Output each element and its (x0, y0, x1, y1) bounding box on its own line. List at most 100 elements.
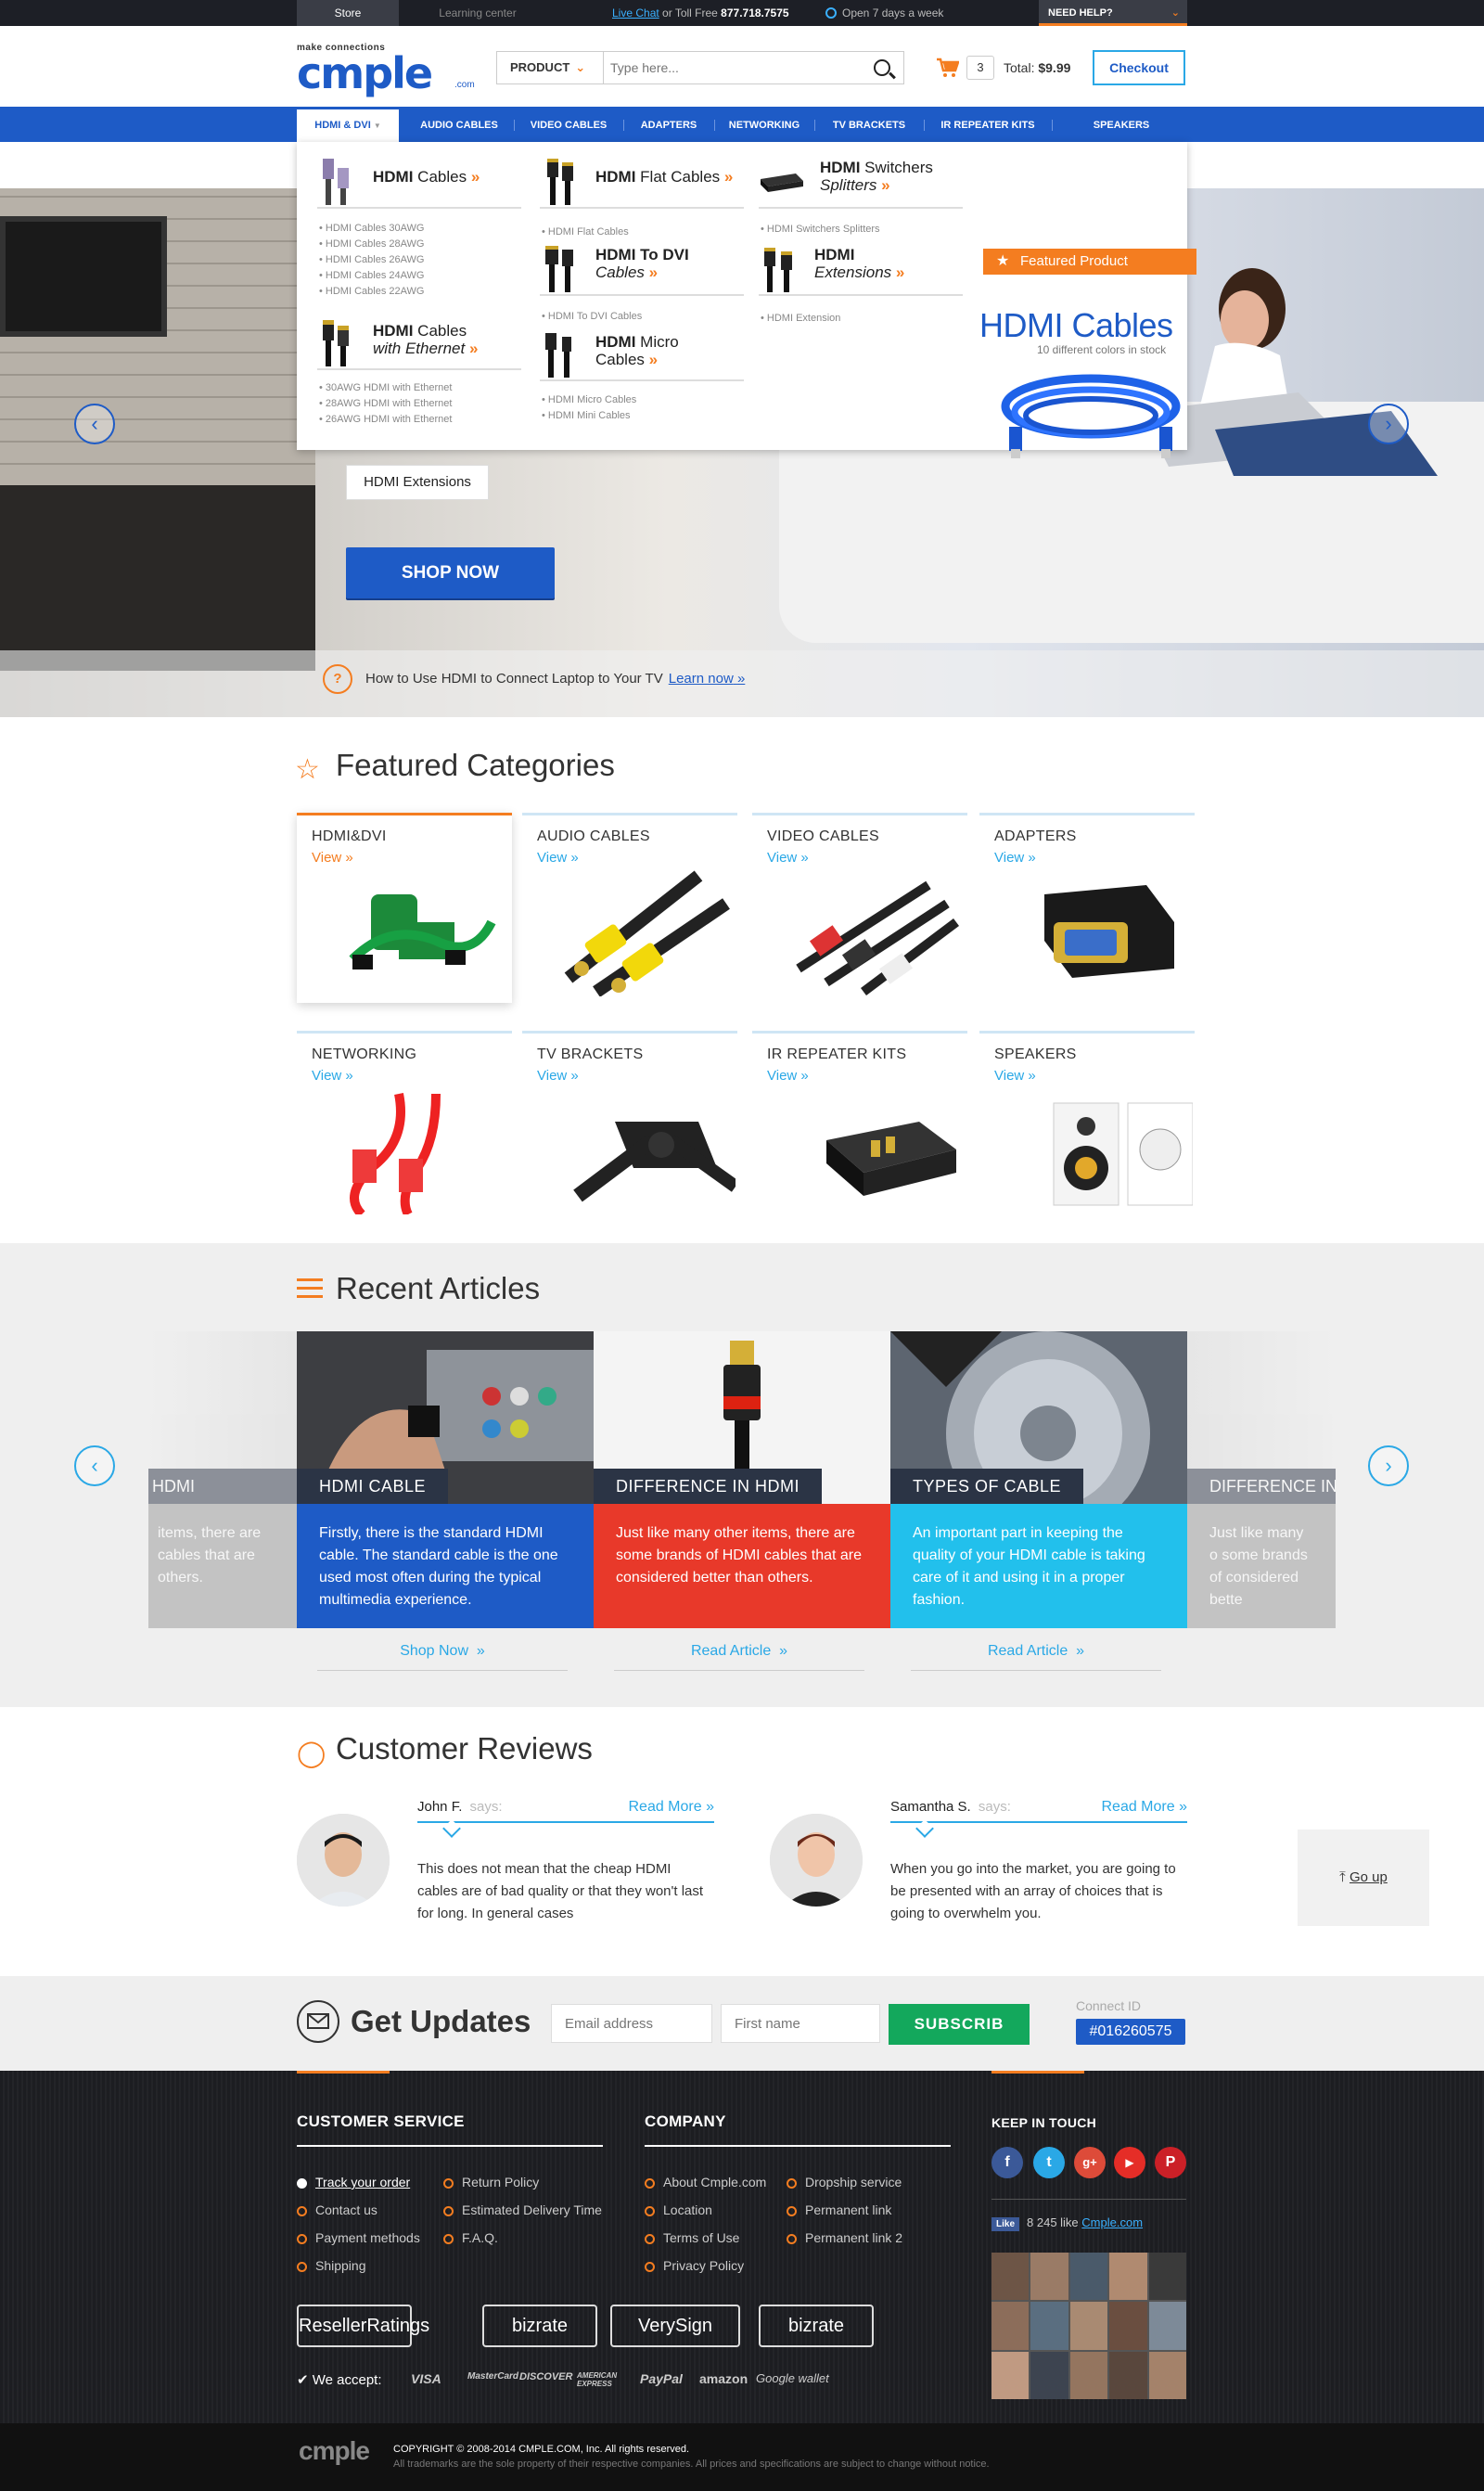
category-view-link[interactable]: View » (537, 1068, 579, 1084)
twitter-icon[interactable]: t (1033, 2147, 1065, 2178)
footer-link[interactable]: Privacy Policy (645, 2258, 744, 2273)
mm-hdmi-extensions[interactable]: HDMI Extensions » (759, 235, 963, 296)
category-card[interactable]: VIDEO CABLES View » (752, 813, 967, 1003)
nav-item-speakers[interactable]: SPEAKERS (1055, 107, 1187, 142)
shop-now-button[interactable]: SHOP NOW (346, 547, 555, 598)
facebook-site-link[interactable]: Cmple.com (1081, 2215, 1143, 2229)
mm-link[interactable]: • HDMI Cables 24AWG (319, 268, 424, 284)
go-up-button[interactable]: ⤒ Go up (1298, 1830, 1429, 1926)
article-card[interactable]: TYPES OF CABLE An important part in keepi… (890, 1331, 1187, 1628)
learning-center-tab[interactable]: Learning center (417, 0, 538, 26)
mm-hdmi-to-dvi[interactable]: HDMI To DVI Cables » (540, 235, 744, 296)
category-card[interactable]: TV BRACKETS View » (522, 1031, 737, 1221)
category-card[interactable]: ADAPTERS View » (979, 813, 1195, 1003)
category-view-link[interactable]: View » (994, 850, 1036, 866)
mm-link[interactable]: • 28AWG HDMI with Ethernet (319, 396, 452, 412)
mm-link[interactable]: • HDMI Cables 28AWG (319, 237, 424, 252)
subscribe-button[interactable]: SUBSCRIB (889, 2004, 1030, 2045)
mm-title-italic: Cables (595, 263, 645, 281)
footer-link[interactable]: Dropship service (787, 2175, 902, 2189)
article-link[interactable]: Read Article » (614, 1637, 864, 1671)
need-help-dropdown[interactable]: NEED HELP? ⌄ (1039, 0, 1187, 26)
mm-hdmi-cables[interactable]: HDMI Cables » (317, 148, 521, 209)
category-card[interactable]: IR REPEATER KITS View » (752, 1031, 967, 1221)
category-view-link[interactable]: View » (767, 850, 809, 866)
search-category-select[interactable]: PRODUCT ⌄ (497, 52, 604, 83)
nav-item-ir-repeater-kits[interactable]: IR REPEATER KITS (928, 107, 1048, 142)
category-view-label: View (537, 1068, 568, 1084)
footer-link[interactable]: Shipping (297, 2258, 366, 2273)
category-name: AUDIO CABLES (537, 828, 650, 844)
category-card[interactable]: NETWORKING View » (297, 1031, 512, 1221)
hero-prev-arrow[interactable]: ‹ (74, 404, 115, 444)
mm-link[interactable]: • HDMI Mini Cables (542, 408, 636, 424)
footer-link[interactable]: About Cmple.com (645, 2175, 766, 2189)
mm-link[interactable]: • HDMI Cables 26AWG (319, 252, 424, 268)
nav-item-audio-cables[interactable]: AUDIO CABLES (408, 107, 510, 142)
category-card[interactable]: SPEAKERS View » (979, 1031, 1195, 1221)
article-excerpt: Just like many other items, there are so… (594, 1504, 890, 1628)
category-image (349, 894, 496, 969)
footer-link[interactable]: Estimated Delivery Time (443, 2202, 602, 2217)
featured-product-title[interactable]: HDMI Cables (979, 306, 1173, 345)
mm-hdmi-switchers[interactable]: HDMI Switchers Splitters » (759, 148, 963, 209)
nav-item-adapters[interactable]: ADAPTERS (627, 107, 710, 142)
footer-link[interactable]: Permanent link (787, 2202, 891, 2217)
footer-link[interactable]: Terms of Use (645, 2230, 739, 2245)
footer-link[interactable]: F.A.Q. (443, 2230, 498, 2245)
facebook-like-button[interactable]: Like (991, 2217, 1020, 2231)
mm-hdmi-flat[interactable]: HDMI Flat Cables » (540, 148, 744, 209)
article-card[interactable]: DIFFERENCE IN HDMI Just like many other i… (594, 1331, 890, 1628)
category-card[interactable]: AUDIO CABLES View » (522, 813, 737, 1003)
pinterest-icon[interactable]: P (1155, 2147, 1186, 2178)
hero-next-arrow[interactable]: › (1368, 404, 1409, 444)
footer-link[interactable]: Contact us (297, 2202, 377, 2217)
mm-link[interactable]: • HDMI Micro Cables (542, 392, 636, 408)
mm-link[interactable]: • 26AWG HDMI with Ethernet (319, 412, 452, 428)
learn-now-link[interactable]: Learn now » (669, 671, 746, 687)
article-link[interactable]: Read Article » (911, 1637, 1161, 1671)
mm-hdmi-ethernet[interactable]: HDMI Cables with Ethernet » (317, 309, 521, 370)
category-card[interactable]: HDMI&DVI View » (297, 813, 512, 1003)
search-input[interactable] (610, 56, 861, 80)
youtube-icon[interactable]: ▶ (1114, 2147, 1145, 2178)
logo[interactable]: make connections cmple .com (297, 43, 475, 98)
store-tab[interactable]: Store (297, 0, 399, 26)
contact-info: Live Chat or Toll Free 877.718.7575 (612, 0, 789, 26)
category-view-link[interactable]: View » (994, 1068, 1036, 1084)
nav-item-video-cables[interactable]: VIDEO CABLES (518, 107, 620, 142)
footer-link[interactable]: Location (645, 2202, 712, 2217)
cart-icon[interactable] (937, 58, 959, 78)
google-plus-icon[interactable]: g+ (1074, 2147, 1106, 2178)
email-field[interactable] (551, 2004, 712, 2043)
category-view-link[interactable]: View » (767, 1068, 809, 1084)
category-view-link[interactable]: View » (312, 1068, 353, 1084)
footer-link[interactable]: Payment methods (297, 2230, 420, 2245)
articles-next-arrow[interactable]: › (1368, 1445, 1409, 1486)
mm-link[interactable]: • HDMI Cables 30AWG (319, 221, 424, 237)
mm-hdmi-micro[interactable]: HDMI Micro Cables » (540, 320, 744, 381)
nav-item-hdmi-dvi[interactable]: HDMI & DVI ▼ (297, 107, 399, 142)
category-view-link[interactable]: View » (537, 850, 579, 866)
search-icon[interactable] (874, 59, 890, 76)
nav-item-tv-brackets[interactable]: TV BRACKETS (818, 107, 920, 142)
category-view-link[interactable]: View » (312, 850, 353, 866)
footer-link[interactable]: Permanent link 2 (787, 2230, 902, 2245)
mm-link[interactable]: • 30AWG HDMI with Ethernet (319, 380, 452, 396)
first-name-field[interactable] (721, 2004, 880, 2043)
article-card[interactable]: HDMI CABLE Firstly, there is the standard… (297, 1331, 594, 1628)
category-view-label: View (537, 850, 568, 866)
facebook-icon[interactable]: f (991, 2147, 1023, 2178)
mm-link[interactable]: • HDMI Cables 22AWG (319, 284, 424, 300)
live-chat-link[interactable]: Live Chat (612, 6, 659, 19)
read-more-link[interactable]: Read More » (1101, 1799, 1187, 1816)
checkout-button[interactable]: Checkout (1093, 50, 1185, 85)
hero-extensions-tag[interactable]: HDMI Extensions (346, 465, 489, 500)
article-link[interactable]: Shop Now » (317, 1637, 568, 1671)
nav-item-networking[interactable]: NETWORKING (718, 107, 811, 142)
mm-link[interactable]: • HDMI Extension (761, 311, 840, 327)
articles-prev-arrow[interactable]: ‹ (74, 1445, 115, 1486)
footer-link[interactable]: Track your order (297, 2175, 410, 2189)
read-more-link[interactable]: Read More » (628, 1799, 714, 1816)
footer-link[interactable]: Return Policy (443, 2175, 539, 2189)
